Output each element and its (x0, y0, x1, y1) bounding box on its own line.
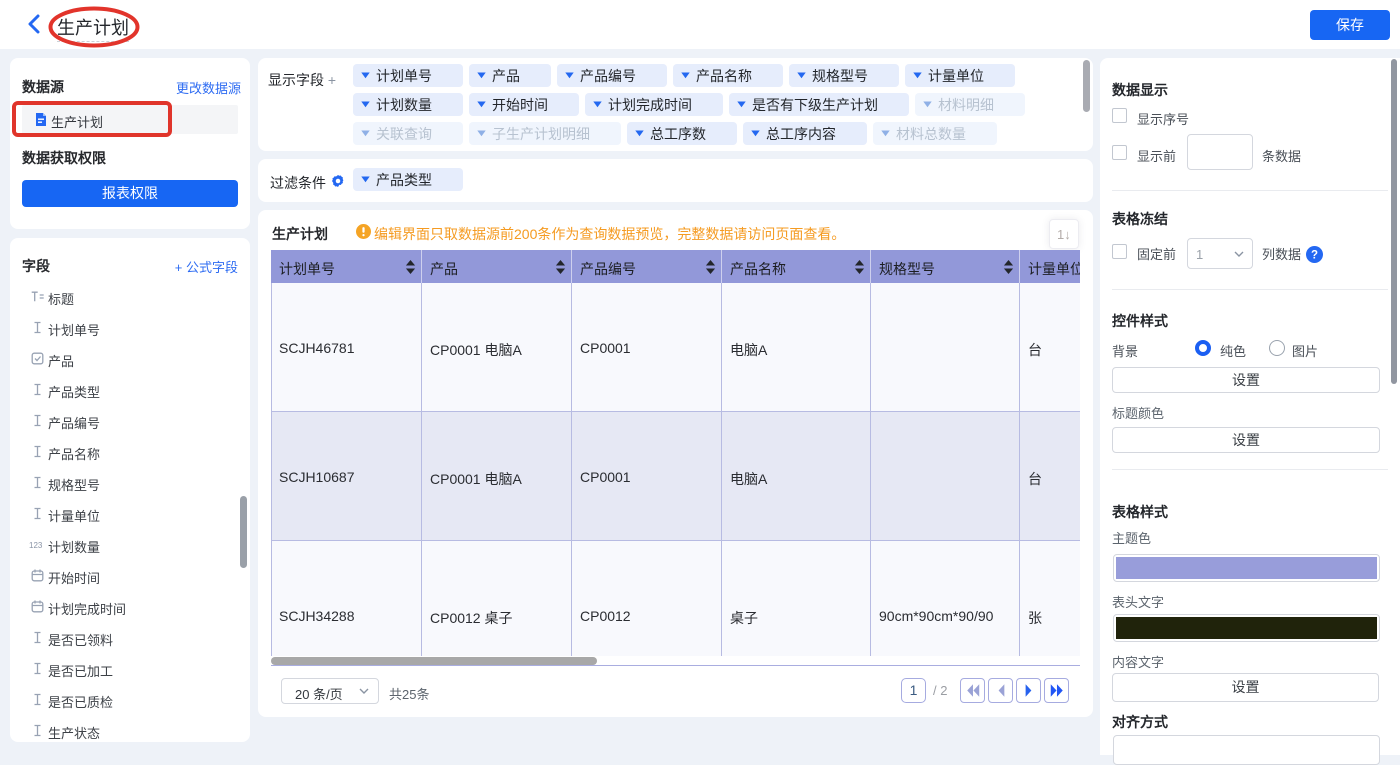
svg-text:?: ? (1311, 250, 1318, 262)
